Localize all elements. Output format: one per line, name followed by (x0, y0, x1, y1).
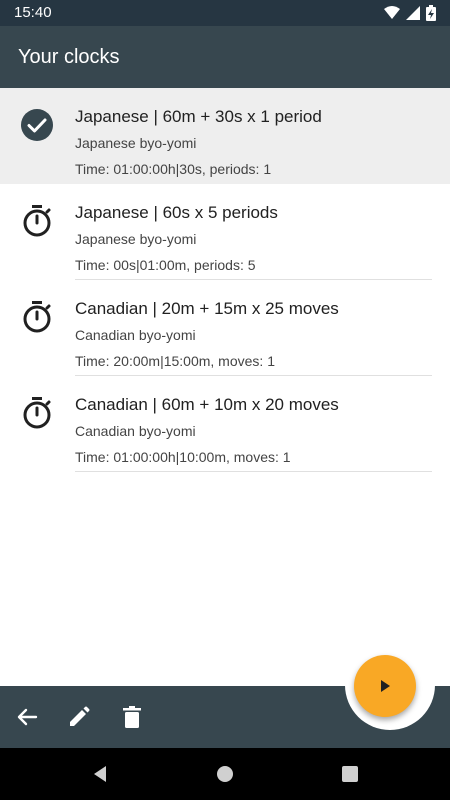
clock-list-item[interactable]: Canadian | 20m + 15m x 25 moves Canadian… (0, 280, 450, 376)
clock-subtitle: Canadian byo-yomi (75, 327, 196, 343)
edit-button[interactable] (66, 704, 92, 730)
signal-icon (406, 6, 420, 20)
system-navigation-bar (0, 748, 450, 800)
wifi-icon (384, 6, 400, 19)
status-icons (384, 5, 436, 21)
page-title: Your clocks (18, 46, 120, 68)
delete-button[interactable] (119, 704, 145, 730)
delete-trash-icon (123, 706, 141, 728)
nav-home-icon[interactable] (215, 764, 235, 784)
back-button[interactable] (14, 704, 40, 730)
clock-detail: Time: 01:00:00h|30s, periods: 1 (75, 161, 272, 177)
clock-title: Canadian | 60m + 10m x 20 moves (75, 395, 339, 414)
clock-title: Canadian | 20m + 15m x 25 moves (75, 299, 339, 318)
nav-back-icon[interactable] (90, 764, 110, 784)
clock-detail: Time: 01:00:00h|10:00m, moves: 1 (75, 449, 291, 465)
stopwatch-icon (23, 301, 51, 333)
clock-title: Japanese | 60s x 5 periods (75, 203, 278, 222)
clock-list: Japanese | 60m + 30s x 1 period Japanese… (0, 88, 450, 472)
clock-detail: Time: 20:00m|15:00m, moves: 1 (75, 353, 275, 369)
divider (75, 471, 432, 472)
clock-title: Japanese | 60m + 30s x 1 period (75, 107, 322, 126)
edit-pencil-icon (70, 706, 90, 726)
clock-subtitle: Japanese byo-yomi (75, 231, 197, 247)
clock-detail: Time: 00s|01:00m, periods: 5 (75, 257, 256, 273)
stopwatch-icon (23, 397, 51, 429)
clock-text: Japanese | 60m + 30s x 1 period Japanese… (75, 88, 432, 184)
clock-subtitle: Japanese byo-yomi (75, 135, 197, 151)
clock-list-item[interactable]: Japanese | 60s x 5 periods Japanese byo-… (0, 184, 450, 280)
battery-charging-icon (426, 5, 436, 21)
clock-list-item[interactable]: Japanese | 60m + 30s x 1 period Japanese… (0, 88, 450, 184)
status-bar: 15:40 (0, 0, 450, 26)
clock-text: Japanese | 60s x 5 periods Japanese byo-… (75, 184, 432, 280)
clock-text: Canadian | 60m + 10m x 20 moves Canadian… (75, 376, 432, 472)
play-icon (381, 680, 390, 692)
stopwatch-icon (23, 205, 51, 237)
start-clock-button[interactable] (354, 655, 416, 717)
back-arrow-icon (17, 708, 38, 726)
app-bar: Your clocks (0, 26, 450, 90)
clock-subtitle: Canadian byo-yomi (75, 423, 196, 439)
nav-recents-icon[interactable] (340, 764, 360, 784)
status-time: 15:40 (14, 4, 52, 21)
clock-list-item[interactable]: Canadian | 60m + 10m x 20 moves Canadian… (0, 376, 450, 472)
check-circle-icon (21, 109, 53, 141)
clock-text: Canadian | 20m + 15m x 25 moves Canadian… (75, 280, 432, 376)
